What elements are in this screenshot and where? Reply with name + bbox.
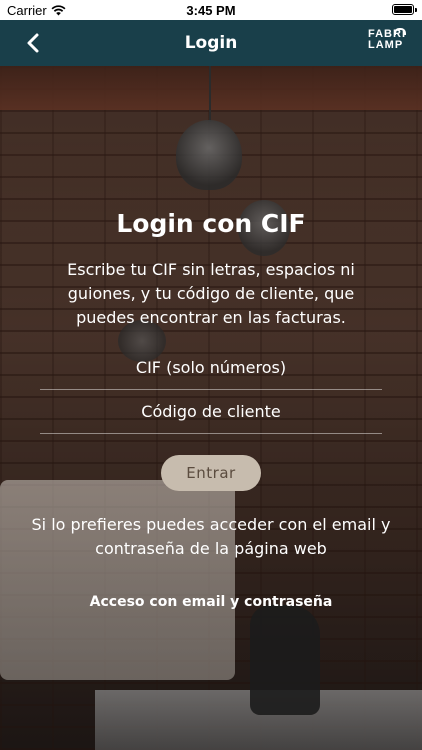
alternative-login-text: Si lo prefieres puedes acceder con el em… bbox=[31, 515, 391, 558]
cif-input[interactable] bbox=[40, 346, 382, 390]
login-screen: Carrier 3:45 PM Login FABRI LAMP Login c… bbox=[0, 0, 422, 750]
email-login-link[interactable]: Acceso con email y contraseña bbox=[0, 594, 422, 610]
brand-logo: FABRI LAMP bbox=[368, 28, 408, 51]
page-title: Login bbox=[184, 33, 238, 53]
lamp-icon bbox=[394, 28, 406, 35]
client-code-input[interactable] bbox=[40, 390, 382, 434]
login-form: Login con CIF Escribe tu CIF sin letras,… bbox=[0, 66, 422, 750]
logo-line-2: LAMP bbox=[368, 39, 404, 51]
battery-icon bbox=[392, 4, 417, 15]
form-heading: Login con CIF bbox=[116, 209, 306, 238]
status-bar: Carrier 3:45 PM bbox=[0, 0, 422, 20]
form-description: Escribe tu CIF sin letras, espacios ni g… bbox=[67, 260, 355, 327]
status-time: 3:45 PM bbox=[186, 3, 236, 18]
enter-button[interactable]: Entrar bbox=[161, 455, 261, 491]
navigation-bar: Login FABRI LAMP bbox=[0, 20, 422, 66]
